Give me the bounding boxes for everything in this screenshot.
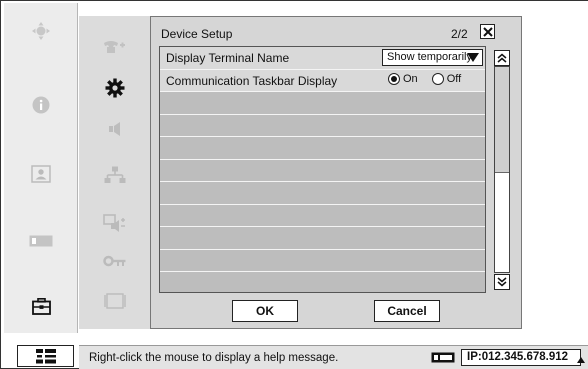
gear-icon[interactable] xyxy=(79,69,150,107)
settings-table: Display Terminal Name Show temporarily C… xyxy=(159,46,486,293)
ip-address: IP:012.345.678.912 xyxy=(461,349,581,366)
setting-label: Display Terminal Name xyxy=(166,51,290,65)
contacts-icon[interactable] xyxy=(4,154,78,194)
select-value: Show temporarily xyxy=(387,51,472,63)
key-icon[interactable] xyxy=(79,242,150,280)
setting-label: Communication Taskbar Display xyxy=(166,73,338,88)
empty-row xyxy=(160,250,485,272)
radio-label-on: On xyxy=(403,72,418,85)
main-menu-column xyxy=(4,3,78,333)
double-chevron-up-icon xyxy=(497,53,507,63)
scrollbar-track[interactable] xyxy=(494,66,510,273)
double-chevron-down-icon xyxy=(497,277,507,287)
empty-row xyxy=(160,160,485,182)
empty-row xyxy=(160,137,485,160)
empty-row xyxy=(160,227,485,250)
empty-row xyxy=(160,182,485,205)
status-bar: Right-click the mouse to display a help … xyxy=(79,345,588,369)
scroll-down-button[interactable] xyxy=(494,274,510,290)
ok-button[interactable]: OK xyxy=(232,300,298,322)
video-audio-icon[interactable] xyxy=(79,204,150,242)
move-icon[interactable] xyxy=(4,11,78,51)
radio-dot xyxy=(391,75,397,82)
dialog-title: Device Setup xyxy=(161,27,233,41)
help-message: Right-click the mouse to display a help … xyxy=(89,352,339,364)
scroll-up-button[interactable] xyxy=(494,50,510,66)
radio-label-off: Off xyxy=(446,72,462,85)
triangle-up-icon[interactable] xyxy=(576,356,586,364)
speaker-icon[interactable] xyxy=(79,110,150,148)
radio-off[interactable] xyxy=(431,72,444,85)
taskbar-display-radio-group: On Off xyxy=(388,72,475,85)
empty-row xyxy=(160,92,485,115)
page-indicator: 2/2 xyxy=(451,27,468,41)
display-terminal-name-select[interactable]: Show temporarily xyxy=(382,49,483,66)
card-icon[interactable] xyxy=(4,221,78,261)
dropdown-arrow-icon xyxy=(467,53,479,62)
empty-row xyxy=(160,205,485,227)
empty-row xyxy=(160,272,485,295)
device-setup-dialog: Device Setup 2/2 Display Terminal Name S… xyxy=(150,16,522,329)
settings-submenu xyxy=(79,16,150,329)
menu-toggle-button[interactable] xyxy=(17,345,74,367)
cancel-button[interactable]: Cancel xyxy=(374,300,440,322)
close-button[interactable] xyxy=(480,24,495,39)
scrollbar-thumb[interactable] xyxy=(495,172,509,272)
setting-row-display-terminal-name: Display Terminal Name Show temporarily xyxy=(160,47,485,70)
radio-on[interactable] xyxy=(388,72,400,85)
toolbox-icon[interactable] xyxy=(4,286,78,326)
info-icon[interactable] xyxy=(4,85,78,125)
menu-list-icon xyxy=(35,348,56,363)
network-icon[interactable] xyxy=(79,156,150,194)
phone-icon[interactable] xyxy=(79,28,150,66)
screen-icon[interactable] xyxy=(79,282,150,320)
empty-row xyxy=(160,115,485,137)
lan-card-icon xyxy=(431,352,455,363)
setting-row-communication-taskbar: Communication Taskbar Display On Off xyxy=(160,69,485,92)
close-icon xyxy=(482,26,493,37)
